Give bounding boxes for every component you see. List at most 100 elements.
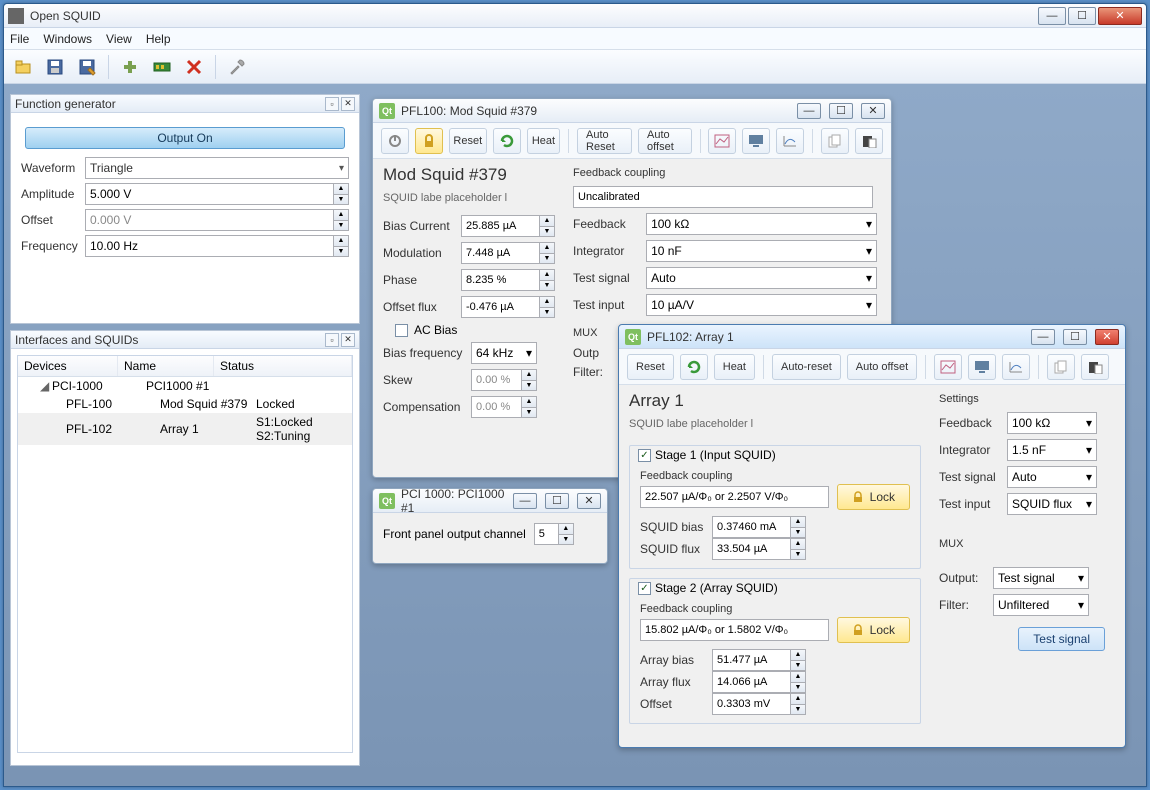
device-tree[interactable]: Devices Name Status ◢ PCI-1000PCI1000 #1… bbox=[17, 355, 353, 753]
phase-spin[interactable]: 8.235 %▲▼ bbox=[461, 269, 555, 291]
modulation-spin[interactable]: 7.448 µA▲▼ bbox=[461, 242, 555, 264]
wrench-icon[interactable] bbox=[224, 54, 250, 80]
sub-min-button[interactable]: — bbox=[513, 493, 537, 509]
amplitude-label: Amplitude bbox=[21, 187, 79, 201]
tree-row[interactable]: PFL-102Array 1S1:Locked S2:Tuning bbox=[18, 413, 352, 445]
channel-spin[interactable]: 5▲▼ bbox=[534, 523, 574, 545]
mux-output-combo[interactable]: Test signal▾ bbox=[993, 567, 1089, 589]
s1-lock-button[interactable]: Lock bbox=[837, 484, 910, 510]
window-title: Open SQUID bbox=[30, 9, 1038, 23]
delete-icon[interactable] bbox=[181, 54, 207, 80]
tree-row[interactable]: PFL-100Mod Squid #379Locked bbox=[18, 395, 352, 413]
copy-icon[interactable] bbox=[821, 128, 849, 154]
stage2-check[interactable]: ✓ bbox=[638, 582, 651, 595]
waveform-combo[interactable]: Triangle▾ bbox=[85, 157, 349, 179]
sub-min-button[interactable]: — bbox=[1031, 329, 1055, 345]
menu-help[interactable]: Help bbox=[146, 32, 171, 46]
ac-bias-check[interactable] bbox=[395, 324, 408, 337]
integrator-combo[interactable]: 10 nF▾ bbox=[646, 240, 877, 262]
s2-offset-spin[interactable]: 0.3303 mV▲▼ bbox=[712, 693, 806, 715]
chart2-icon[interactable] bbox=[776, 128, 804, 154]
sub-max-button[interactable]: ☐ bbox=[1063, 329, 1087, 345]
s2-fbcoup-input[interactable] bbox=[640, 619, 829, 641]
s1-bias-spin[interactable]: 0.37460 mA▲▼ bbox=[712, 516, 806, 538]
auto-reset-button[interactable]: Auto-reset bbox=[772, 354, 841, 380]
squid-subtitle: SQUID labe placeholder l bbox=[383, 192, 559, 204]
reset-button[interactable]: Reset bbox=[627, 354, 674, 380]
p2-testsig-combo[interactable]: Auto▾ bbox=[1007, 466, 1097, 488]
save-icon[interactable] bbox=[42, 54, 68, 80]
dock-close-button[interactable]: ✕ bbox=[341, 333, 355, 347]
p2-testin-combo[interactable]: SQUID flux▾ bbox=[1007, 493, 1097, 515]
sub-close-button[interactable]: ✕ bbox=[577, 493, 601, 509]
reset-button[interactable]: Reset bbox=[449, 128, 487, 154]
save-as-icon[interactable] bbox=[74, 54, 100, 80]
sub-close-button[interactable]: ✕ bbox=[861, 103, 885, 119]
stage1-check[interactable]: ✓ bbox=[638, 449, 651, 462]
chart2-icon[interactable] bbox=[1002, 354, 1030, 380]
paste-icon[interactable] bbox=[855, 128, 883, 154]
s1-flux-spin[interactable]: 33.504 µA▲▼ bbox=[712, 538, 806, 560]
monitor-icon[interactable] bbox=[742, 128, 770, 154]
titlebar: Open SQUID — ☐ ✕ bbox=[4, 4, 1146, 28]
testin-combo[interactable]: 10 µA/V▾ bbox=[646, 294, 877, 316]
menu-file[interactable]: File bbox=[10, 32, 29, 46]
maximize-button[interactable]: ☐ bbox=[1068, 7, 1096, 25]
frequency-label: Frequency bbox=[21, 239, 79, 253]
dock-float-button[interactable]: ▫ bbox=[325, 97, 339, 111]
add-icon[interactable] bbox=[117, 54, 143, 80]
hardware-icon[interactable] bbox=[149, 54, 175, 80]
dock-close-button[interactable]: ✕ bbox=[341, 97, 355, 111]
expander-icon[interactable]: ◢ bbox=[40, 379, 52, 393]
refresh-icon[interactable] bbox=[680, 354, 708, 380]
feedback-combo[interactable]: 100 kΩ▾ bbox=[646, 213, 877, 235]
frequency-spin[interactable]: 10.00 Hz▲▼ bbox=[85, 235, 349, 257]
stage1-group: ✓Stage 1 (Input SQUID) Feedback coupling… bbox=[629, 445, 921, 569]
copy-icon[interactable] bbox=[1047, 354, 1075, 380]
s2-abias-spin[interactable]: 51.477 µA▲▼ bbox=[712, 649, 806, 671]
paste-icon[interactable] bbox=[1081, 354, 1109, 380]
interfaces-panel: Interfaces and SQUIDs ▫ ✕ Devices Name S… bbox=[10, 330, 360, 766]
auto-reset-button[interactable]: Auto Reset bbox=[577, 128, 632, 154]
chart1-icon[interactable] bbox=[934, 354, 962, 380]
menu-view[interactable]: View bbox=[106, 32, 132, 46]
bias-current-spin[interactable]: 25.885 µA▲▼ bbox=[461, 215, 555, 237]
lock-icon[interactable] bbox=[415, 128, 443, 154]
amplitude-spin[interactable]: 5.000 V▲▼ bbox=[85, 183, 349, 205]
sub-max-button[interactable]: ☐ bbox=[829, 103, 853, 119]
offset-flux-spin[interactable]: -0.476 µA▲▼ bbox=[461, 296, 555, 318]
auto-offset-button[interactable]: Auto offset bbox=[847, 354, 917, 380]
close-button[interactable]: ✕ bbox=[1098, 7, 1142, 25]
p2-feedback-combo[interactable]: 100 kΩ▾ bbox=[1007, 412, 1097, 434]
output-on-button[interactable]: Output On bbox=[25, 127, 345, 149]
channel-label: Front panel output channel bbox=[383, 527, 526, 541]
s2-lock-button[interactable]: Lock bbox=[837, 617, 910, 643]
offset-spin[interactable]: 0.000 V▲▼ bbox=[85, 209, 349, 231]
mux-filter-combo[interactable]: Unfiltered▾ bbox=[993, 594, 1089, 616]
dock-float-button[interactable]: ▫ bbox=[325, 333, 339, 347]
heat-button[interactable]: Heat bbox=[714, 354, 755, 380]
test-signal-button[interactable]: Test signal bbox=[1018, 627, 1105, 651]
s2-aflux-spin[interactable]: 14.066 µA▲▼ bbox=[712, 671, 806, 693]
sub-min-button[interactable]: — bbox=[797, 103, 821, 119]
auto-offset-button[interactable]: Auto offset bbox=[638, 128, 692, 154]
heat-button[interactable]: Heat bbox=[527, 128, 561, 154]
tree-row[interactable]: ◢ PCI-1000PCI1000 #1 bbox=[18, 377, 352, 395]
testsig-combo[interactable]: Auto▾ bbox=[646, 267, 877, 289]
p2-integrator-combo[interactable]: 1.5 nF▾ bbox=[1007, 439, 1097, 461]
mdi-area: Function generator ▫ ✕ Output On Wavefor… bbox=[4, 84, 1146, 786]
app-icon bbox=[8, 8, 24, 24]
sub-close-button[interactable]: ✕ bbox=[1095, 329, 1119, 345]
monitor-icon[interactable] bbox=[968, 354, 996, 380]
power-icon[interactable] bbox=[381, 128, 409, 154]
s1-fbcoup-input[interactable] bbox=[640, 486, 829, 508]
minimize-button[interactable]: — bbox=[1038, 7, 1066, 25]
skew-spin: 0.00 %▲▼ bbox=[471, 369, 537, 391]
open-icon[interactable] bbox=[10, 54, 36, 80]
refresh-icon[interactable] bbox=[493, 128, 521, 154]
fb-coupling-input[interactable] bbox=[573, 186, 873, 208]
chart1-icon[interactable] bbox=[708, 128, 736, 154]
sub-max-button[interactable]: ☐ bbox=[545, 493, 569, 509]
menu-windows[interactable]: Windows bbox=[43, 32, 92, 46]
offset-label: Offset bbox=[21, 213, 79, 227]
